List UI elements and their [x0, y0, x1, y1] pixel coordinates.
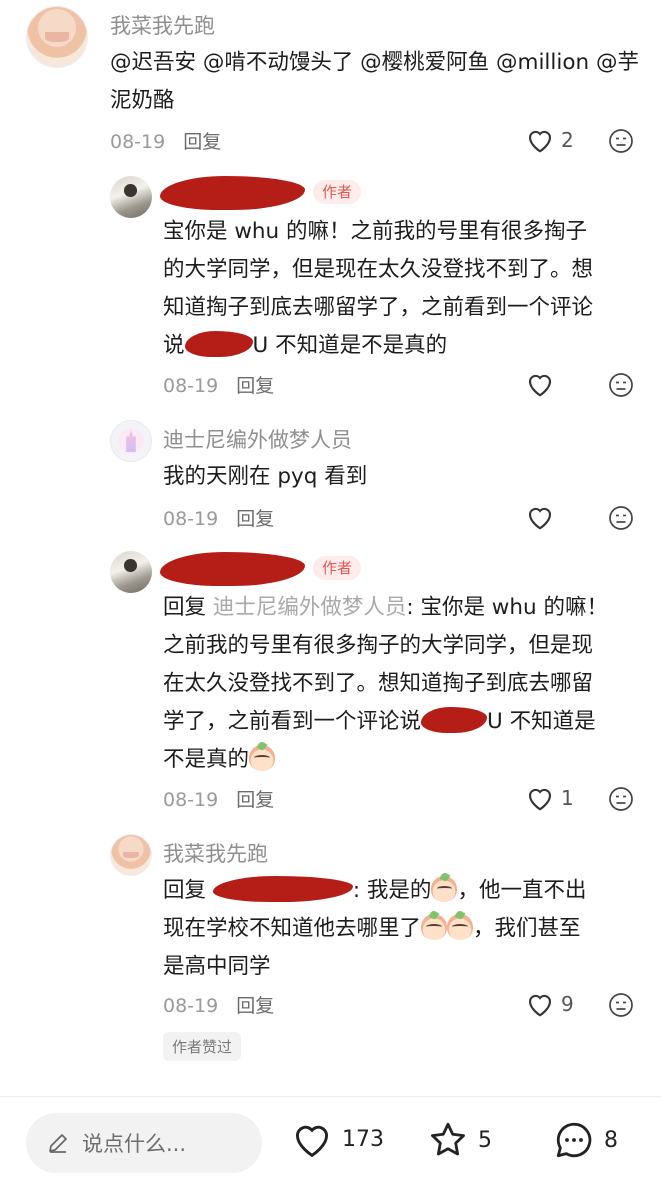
- comment-button[interactable]: 8: [552, 1119, 618, 1161]
- comment-meta: 08-19 回复: [163, 785, 274, 812]
- author-badge: 作者: [313, 180, 362, 204]
- star-icon: [431, 1122, 465, 1156]
- comment-meta: 08-19 回复: [163, 991, 274, 1018]
- redacted-text: [212, 876, 353, 902]
- collect-count: 5: [478, 1127, 492, 1153]
- comment-mentions[interactable]: @迟吾安 @啃不动馒头了 @樱桃爱阿鱼 @million @芋泥奶酪: [110, 44, 640, 120]
- reply-target[interactable]: 迪士尼编外做梦人员: [213, 595, 407, 620]
- comment-date: 08-19: [163, 789, 219, 811]
- comment-meta: 08-19 回复: [163, 504, 274, 531]
- comment-username[interactable]: 迪士尼编外做梦人员: [163, 424, 352, 454]
- comment-date: 08-19: [163, 995, 219, 1017]
- avatar[interactable]: [110, 834, 152, 876]
- like-button[interactable]: 9: [525, 990, 574, 1018]
- comment-date: 08-19: [163, 508, 219, 530]
- heart-icon: [528, 507, 552, 530]
- dislike-face-icon[interactable]: [608, 786, 634, 812]
- comment-count: 8: [604, 1127, 618, 1153]
- comment-meta: 08-19 回复: [163, 371, 274, 398]
- crying-emoji-icon: [447, 914, 474, 940]
- comment-input-placeholder: 说点什么...: [82, 1132, 187, 1156]
- comment-meta: 08-19 回复: [110, 127, 221, 154]
- reply-button[interactable]: 回复: [236, 508, 274, 530]
- crying-emoji-icon: [249, 745, 276, 771]
- text-line: 的大学同学，但是现在太久没登找不到了。想: [163, 257, 594, 282]
- comment-text[interactable]: 回复 : 我是的 ，他一直不出 现在学校不知道他去哪里了 ，我们甚至 是高中同学: [163, 872, 643, 986]
- author-liked-badge: 作者赞过: [163, 1032, 242, 1061]
- comment-date: 08-19: [110, 131, 166, 153]
- like-count: 1: [561, 786, 574, 810]
- comment-username[interactable]: 我菜我先跑: [163, 838, 268, 868]
- comment-text[interactable]: 宝你是 whu 的嘛！之前我的号里有很多掏子 的大学同学，但是现在太久没登找不到…: [163, 213, 643, 365]
- collect-button[interactable]: 5: [426, 1119, 492, 1161]
- reply-button[interactable]: 回复: [236, 375, 274, 397]
- comment-username[interactable]: 我菜我先跑: [110, 10, 215, 40]
- like-count: 9: [561, 992, 574, 1016]
- reply-button[interactable]: 回复: [183, 131, 221, 153]
- comment-input[interactable]: 说点什么...: [26, 1113, 262, 1173]
- redacted-username: [160, 176, 305, 210]
- redacted-text: [421, 707, 488, 733]
- dislike-face-icon[interactable]: [608, 992, 634, 1018]
- redacted-username: [160, 552, 305, 586]
- bottom-action-bar: 说点什么... 173 5 8: [0, 1097, 661, 1200]
- heart-icon: [295, 1125, 329, 1158]
- heart-icon: [528, 788, 552, 811]
- like-button[interactable]: 1: [525, 784, 574, 812]
- heart-icon: [528, 130, 552, 153]
- text-line: 学了，之前看到一个评论说 U 不知道是: [163, 707, 596, 734]
- avatar[interactable]: [26, 6, 88, 68]
- heart-icon: [528, 374, 552, 397]
- text-line: 回复 : 我是的 ，他一直不出: [163, 876, 587, 903]
- reply-button[interactable]: 回复: [236, 789, 274, 811]
- like-count: 2: [561, 128, 574, 152]
- dislike-face-icon[interactable]: [608, 372, 634, 398]
- redacted-text: [184, 331, 253, 357]
- comment-text[interactable]: 回复 迪士尼编外做梦人员: 宝你是 whu 的嘛！ 之前我的号里有很多掏子的大学…: [163, 589, 643, 779]
- pencil-icon: [49, 1134, 67, 1153]
- crying-emoji-icon: [431, 876, 458, 902]
- text-line: 现在学校不知道他去哪里了 ，我们甚至: [163, 914, 581, 941]
- text-line: 宝你是 whu 的嘛！之前我的号里有很多掏子: [163, 219, 588, 244]
- avatar[interactable]: [110, 551, 152, 593]
- text-line: 是高中同学: [163, 954, 271, 979]
- avatar[interactable]: [110, 420, 152, 462]
- reply-button[interactable]: 回复: [236, 995, 274, 1017]
- text-line: 在太久没登找不到了。想知道掏子到底去哪留: [163, 671, 594, 696]
- dislike-face-icon[interactable]: [608, 505, 634, 531]
- post-like-count: 173: [342, 1126, 384, 1152]
- heart-icon: [528, 994, 552, 1017]
- text-line: 回复 迪士尼编外做梦人员: 宝你是 whu 的嘛！: [163, 595, 608, 620]
- crying-emoji-icon: [421, 914, 448, 940]
- dislike-face-icon[interactable]: [608, 128, 634, 154]
- text-line: 知道掏子到底去哪留学了，之前看到一个评论: [163, 295, 594, 320]
- comment-bubble-icon: [556, 1122, 592, 1158]
- like-button[interactable]: [525, 370, 555, 398]
- avatar[interactable]: [110, 176, 152, 218]
- like-post-button[interactable]: 173: [290, 1119, 384, 1159]
- like-button[interactable]: 2: [525, 126, 574, 154]
- text-line: 不是真的: [163, 741, 643, 779]
- comment-date: 08-19: [163, 375, 219, 397]
- like-button[interactable]: [525, 503, 555, 531]
- text-line: 之前我的号里有很多掏子的大学同学，但是现: [163, 633, 594, 658]
- comment-text[interactable]: 我的天刚在 pyq 看到: [163, 458, 367, 496]
- mentions-text[interactable]: @迟吾安 @啃不动馒头了 @樱桃爱阿鱼 @million @芋泥奶酪: [110, 50, 639, 113]
- author-badge: 作者: [313, 556, 362, 580]
- text-line: 说U 不知道是不是真的: [163, 331, 448, 358]
